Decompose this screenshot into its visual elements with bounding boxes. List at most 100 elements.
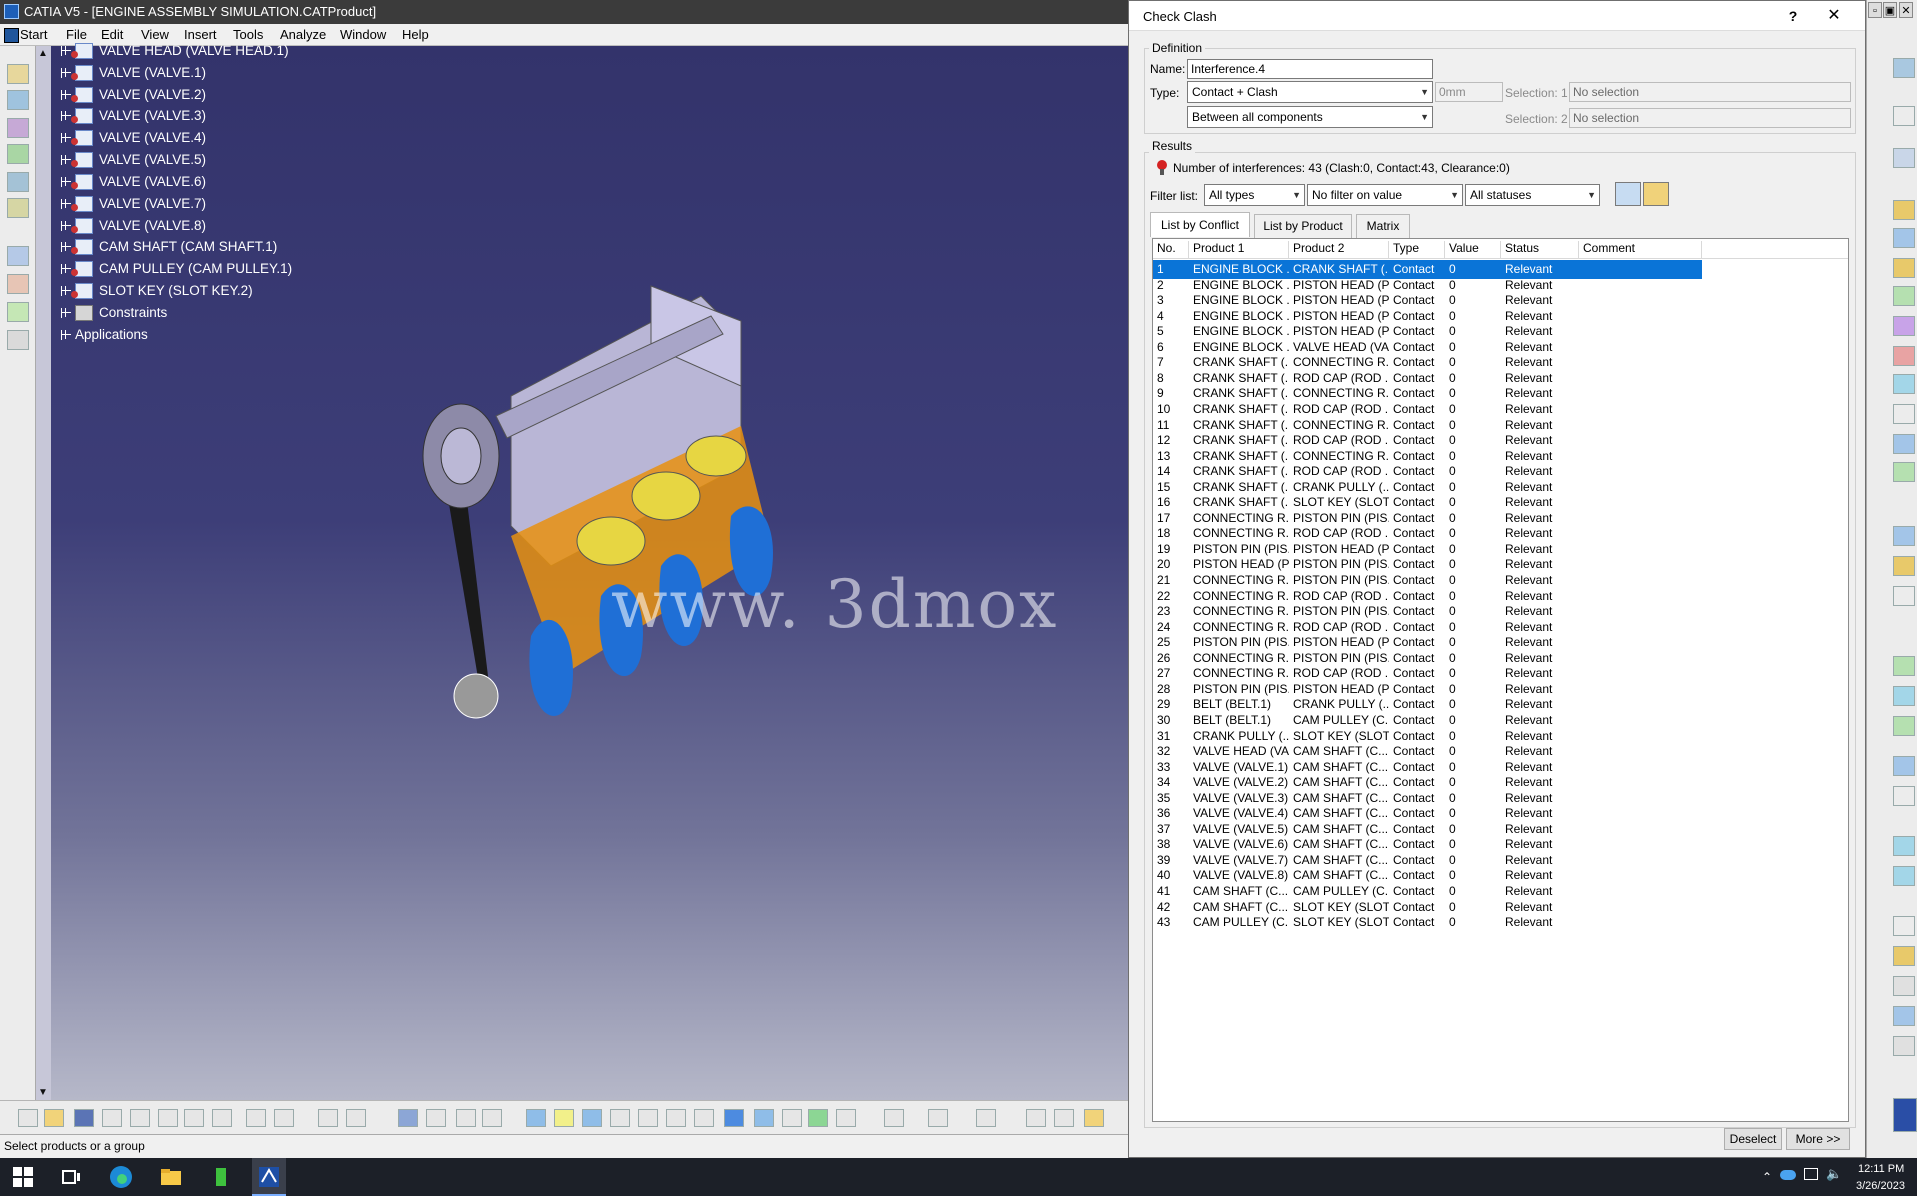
export-icon[interactable] [1643,182,1669,206]
publication-icon[interactable] [7,274,29,294]
analysis-icon[interactable] [482,1109,502,1127]
graph-tree-icon[interactable] [7,144,29,164]
edge-icon[interactable] [108,1164,134,1190]
measure-icon[interactable] [884,1109,904,1127]
copy-icon[interactable] [158,1109,178,1127]
tree-item-valve-2[interactable]: VALVE (VALVE.2) [61,84,206,106]
pan-icon[interactable] [582,1109,602,1127]
task-view-icon[interactable] [58,1164,84,1190]
bom-icon[interactable] [1893,716,1915,736]
filter-status-select[interactable]: All statuses ▼ [1465,184,1600,206]
name-input[interactable]: Interference.4 [1187,59,1433,79]
tree-item-applications[interactable]: Applications [61,324,148,346]
tree-item-valve-6[interactable]: VALVE (VALVE.6) [61,171,206,193]
normal-view-icon[interactable] [694,1109,714,1127]
close-button[interactable]: ✕ [1813,1,1855,31]
shading-icon[interactable] [782,1109,802,1127]
speaker-icon[interactable]: 🔈 [1826,1166,1842,1182]
clash-icon[interactable] [976,1109,996,1127]
group-icon[interactable] [1893,434,1915,454]
filter-value-select[interactable]: No filter on value ▼ [1307,184,1463,206]
sim-icon[interactable] [1893,316,1915,336]
col-status[interactable]: Status [1501,241,1579,259]
tree-item-valve-4[interactable]: VALVE (VALVE.4) [61,127,206,149]
expand-icon[interactable] [61,286,71,296]
save-icon[interactable] [74,1109,94,1127]
type-select[interactable]: Contact + Clash ▼ [1187,81,1433,103]
menu-start[interactable]: Start [4,27,47,43]
measure-inertia-icon[interactable] [1893,866,1915,886]
zoom-out-icon[interactable] [666,1109,686,1127]
review-icon[interactable] [1893,756,1915,776]
redo-icon[interactable] [246,1109,266,1127]
engine-assembly-model[interactable] [411,276,811,756]
pencil-icon[interactable] [1893,946,1915,966]
open-icon[interactable] [44,1109,64,1127]
clock-time[interactable]: 12:11 PM [1858,1163,1904,1175]
fit-all-icon[interactable] [554,1109,574,1127]
product-structure-icon[interactable] [7,64,29,84]
expand-icon[interactable] [61,221,71,231]
replace-component-icon[interactable] [7,118,29,138]
selection1-input[interactable]: No selection [1569,82,1851,102]
lock-icon[interactable] [456,1109,476,1127]
deselect-button[interactable]: Deselect [1724,1128,1782,1150]
tree-scrollbar[interactable]: ▲ ▼ [36,46,51,1100]
tools-icon[interactable] [1893,1006,1915,1026]
manipulation-icon[interactable] [1893,148,1915,168]
fly-mode-icon[interactable] [526,1109,546,1127]
formula-icon[interactable] [318,1109,338,1127]
col-type[interactable]: Type [1389,241,1445,259]
settings-icon[interactable] [1893,58,1915,78]
sequence-icon[interactable] [1893,374,1915,394]
filter-type-select[interactable]: All types ▼ [1204,184,1305,206]
col-comment[interactable]: Comment [1579,241,1702,259]
publish-icon[interactable] [1893,656,1915,676]
tree-item-valve-3[interactable]: VALVE (VALVE.3) [61,105,206,127]
tree-item-valve-1[interactable]: VALVE (VALVE.1) [61,62,206,84]
insert-part-icon[interactable] [1893,258,1915,278]
comment-icon[interactable] [346,1109,366,1127]
measure-item-icon[interactable] [1893,836,1915,856]
undo-icon[interactable] [212,1109,232,1127]
tree-item-cam-shaft[interactable]: CAM SHAFT (CAM SHAFT.1) [61,236,277,258]
expand-icon[interactable] [61,264,71,274]
swap-space-icon[interactable] [836,1109,856,1127]
expand-icon[interactable] [61,46,71,56]
tree-item-valve-head[interactable]: VALVE HEAD (VALVE HEAD.1) [61,40,289,62]
close-doc-icon[interactable]: ✕ [1899,2,1913,18]
existing-component-icon[interactable] [1893,286,1915,306]
section-icon[interactable] [1054,1109,1074,1127]
tile-icon[interactable]: ▣ [1883,2,1897,18]
view-icon[interactable] [1893,1036,1915,1056]
catia-taskbar-button[interactable] [252,1158,286,1196]
reorder-icon[interactable] [7,198,29,218]
select-icon[interactable] [1893,106,1915,126]
selection2-input[interactable]: No selection [1569,108,1851,128]
cut-section-icon[interactable] [1893,586,1915,606]
table-row[interactable]: 43 CAM PULLEY (C... SLOT KEY (SLOT ... Cont… [1153,913,1848,932]
scope-select[interactable]: Between all components ▼ [1187,106,1433,128]
mark-icon[interactable] [1893,786,1915,806]
clock-date[interactable]: 3/26/2023 [1856,1180,1905,1192]
col-product1[interactable]: Product 1 [1189,241,1289,259]
sectioning-icon[interactable] [1084,1109,1104,1127]
expand-icon[interactable] [61,133,71,143]
expand-icon[interactable] [61,155,71,165]
tree-item-valve-7[interactable]: VALVE (VALVE.7) [61,193,206,215]
expand-icon[interactable] [61,90,71,100]
iso-view-icon[interactable] [754,1109,774,1127]
explode-icon[interactable] [7,330,29,350]
expand-icon[interactable] [61,308,71,318]
tree-item-valve-8[interactable]: VALVE (VALVE.8) [61,215,206,237]
scene-icon[interactable] [1893,526,1915,546]
expand-icon[interactable] [61,177,71,187]
hide-show-icon[interactable] [808,1109,828,1127]
col-value[interactable]: Value [1445,241,1501,259]
tree-item-slot-key[interactable]: SLOT KEY (SLOT KEY.2) [61,280,253,302]
rotate-icon[interactable] [610,1109,630,1127]
compass-icon[interactable] [1893,462,1915,482]
snap-icon[interactable] [7,302,29,322]
expand-icon[interactable] [61,111,71,121]
expand-icon[interactable] [61,199,71,209]
